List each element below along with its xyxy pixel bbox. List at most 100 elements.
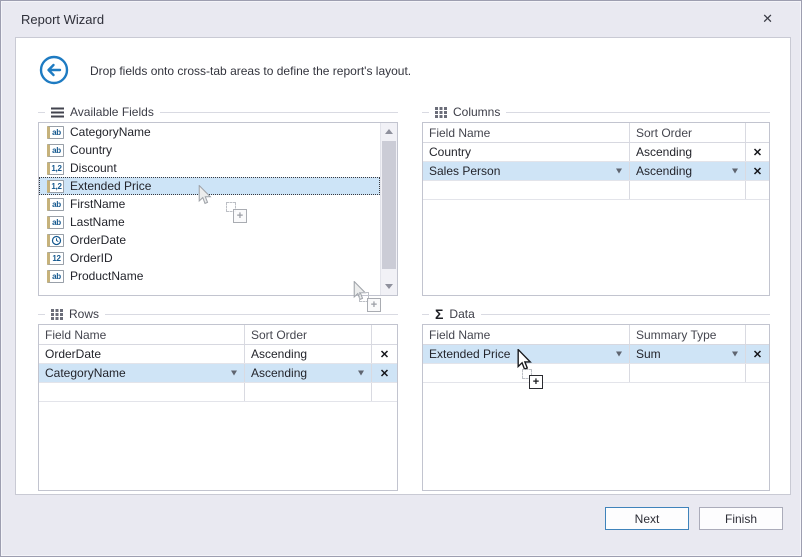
- column-header: Sort Order: [245, 325, 372, 344]
- list-icon: [51, 107, 64, 118]
- table-row-selected[interactable]: Extended Price Sum ✕: [423, 345, 769, 364]
- back-arrow-icon: [38, 54, 70, 86]
- table-header-row: Field Name Summary Type: [423, 325, 769, 345]
- table-row-empty[interactable]: [39, 383, 397, 402]
- columns-table: Field Name Sort Order Country Ascending …: [422, 122, 770, 296]
- field-name-cell[interactable]: Country: [423, 143, 630, 161]
- list-item[interactable]: OrderDate: [39, 231, 380, 249]
- scroll-up-icon[interactable]: [381, 123, 397, 140]
- data-group: Σ Data Field Name Summary Type Extended …: [422, 304, 770, 491]
- group-title: Columns: [453, 105, 500, 119]
- table-row-empty[interactable]: [423, 181, 769, 200]
- field-name-cell[interactable]: Sales Person: [423, 162, 630, 180]
- table-row[interactable]: Country Ascending ✕: [423, 143, 769, 162]
- next-button[interactable]: Next: [605, 507, 689, 530]
- groupbox-line: [160, 112, 398, 113]
- window-title: Report Wizard: [21, 12, 104, 27]
- data-header: Σ Data: [422, 304, 770, 324]
- sort-order-cell[interactable]: Ascending: [245, 364, 372, 382]
- scrollbar-thumb[interactable]: [382, 141, 396, 269]
- instruction-text: Drop fields onto cross-tab areas to defi…: [90, 64, 411, 78]
- table-row-selected[interactable]: CategoryName Ascending ✕: [39, 364, 397, 383]
- table-row-empty[interactable]: [423, 364, 769, 383]
- vertical-scrollbar[interactable]: [380, 123, 397, 295]
- sort-order-cell[interactable]: Ascending: [630, 143, 746, 161]
- remove-row-icon[interactable]: ✕: [753, 348, 762, 361]
- groupbox-line: [481, 314, 770, 315]
- scroll-down-icon[interactable]: [381, 278, 397, 295]
- groupbox-line: [38, 112, 45, 113]
- remove-row-icon[interactable]: ✕: [380, 367, 389, 380]
- field-name-cell[interactable]: CategoryName: [39, 364, 245, 382]
- sort-order-cell[interactable]: Ascending: [245, 345, 372, 363]
- column-header: [746, 123, 769, 142]
- integer-field-icon: 12: [47, 252, 64, 265]
- group-title: Available Fields: [70, 105, 154, 119]
- chevron-down-icon[interactable]: [616, 169, 622, 174]
- table-header-row: Field Name Sort Order: [423, 123, 769, 143]
- sigma-icon: Σ: [435, 308, 443, 320]
- clock-icon: [47, 234, 64, 247]
- columns-header: Columns: [422, 102, 770, 122]
- title-bar[interactable]: Report Wizard ✕: [1, 1, 801, 37]
- groupbox-line: [422, 112, 429, 113]
- sort-order-cell[interactable]: Ascending: [630, 162, 746, 180]
- available-fields-group: Available Fields ab CategoryName ab Coun…: [38, 102, 398, 296]
- finish-button[interactable]: Finish: [699, 507, 783, 530]
- number-field-icon: 1,2: [47, 162, 64, 175]
- groupbox-line: [38, 314, 45, 315]
- number-field-icon: 1,2: [47, 180, 64, 193]
- column-header: [746, 325, 769, 344]
- close-icon[interactable]: ✕: [762, 11, 773, 27]
- column-header: Summary Type: [630, 325, 746, 344]
- group-title: Data: [449, 307, 474, 321]
- groupbox-line: [105, 314, 398, 315]
- report-wizard-dialog: Report Wizard ✕ Drop fields onto cross-t…: [0, 0, 802, 557]
- back-button[interactable]: [38, 54, 70, 86]
- list-item[interactable]: 12 OrderID: [39, 249, 380, 267]
- list-item[interactable]: ab LastName: [39, 213, 380, 231]
- remove-row-icon[interactable]: ✕: [380, 348, 389, 361]
- data-table: Field Name Summary Type Extended Price S…: [422, 324, 770, 491]
- grid-icon: [435, 107, 447, 118]
- field-name-cell[interactable]: Extended Price: [423, 345, 630, 363]
- grid-icon: [51, 309, 63, 320]
- table-row-selected[interactable]: Sales Person Ascending ✕: [423, 162, 769, 181]
- summary-type-cell[interactable]: Sum: [630, 345, 746, 363]
- remove-row-icon[interactable]: ✕: [753, 146, 762, 159]
- column-header: Field Name: [423, 123, 630, 142]
- groupbox-line: [506, 112, 770, 113]
- field-name-cell[interactable]: OrderDate: [39, 345, 245, 363]
- list-item-selected[interactable]: 1,2 Extended Price: [39, 177, 380, 195]
- text-field-icon: ab: [47, 216, 64, 229]
- list-item[interactable]: ab ProductName: [39, 267, 380, 285]
- chevron-down-icon[interactable]: [732, 352, 738, 357]
- text-field-icon: ab: [47, 270, 64, 283]
- group-title: Rows: [69, 307, 99, 321]
- chevron-down-icon[interactable]: [358, 371, 364, 376]
- table-row[interactable]: OrderDate Ascending ✕: [39, 345, 397, 364]
- groupbox-line: [422, 314, 429, 315]
- rows-header: Rows: [38, 304, 398, 324]
- remove-row-icon[interactable]: ✕: [753, 165, 762, 178]
- list-item[interactable]: ab CategoryName: [39, 123, 380, 141]
- table-header-row: Field Name Sort Order: [39, 325, 397, 345]
- column-header: [372, 325, 397, 344]
- column-header: Sort Order: [630, 123, 746, 142]
- chevron-down-icon[interactable]: [231, 371, 237, 376]
- list-item[interactable]: ab Country: [39, 141, 380, 159]
- wizard-content-panel: Drop fields onto cross-tab areas to defi…: [15, 37, 791, 495]
- chevron-down-icon[interactable]: [616, 352, 622, 357]
- chevron-down-icon[interactable]: [732, 169, 738, 174]
- text-field-icon: ab: [47, 126, 64, 139]
- available-fields-listbox[interactable]: ab CategoryName ab Country 1,2 Discount …: [38, 122, 398, 296]
- column-header: Field Name: [423, 325, 630, 344]
- text-field-icon: ab: [47, 198, 64, 211]
- rows-group: Rows Field Name Sort Order OrderDate Asc…: [38, 304, 398, 491]
- available-fields-header: Available Fields: [38, 102, 398, 122]
- list-item[interactable]: ab FirstName: [39, 195, 380, 213]
- rows-table: Field Name Sort Order OrderDate Ascendin…: [38, 324, 398, 491]
- list-item[interactable]: 1,2 Discount: [39, 159, 380, 177]
- columns-group: Columns Field Name Sort Order Country As…: [422, 102, 770, 296]
- column-header: Field Name: [39, 325, 245, 344]
